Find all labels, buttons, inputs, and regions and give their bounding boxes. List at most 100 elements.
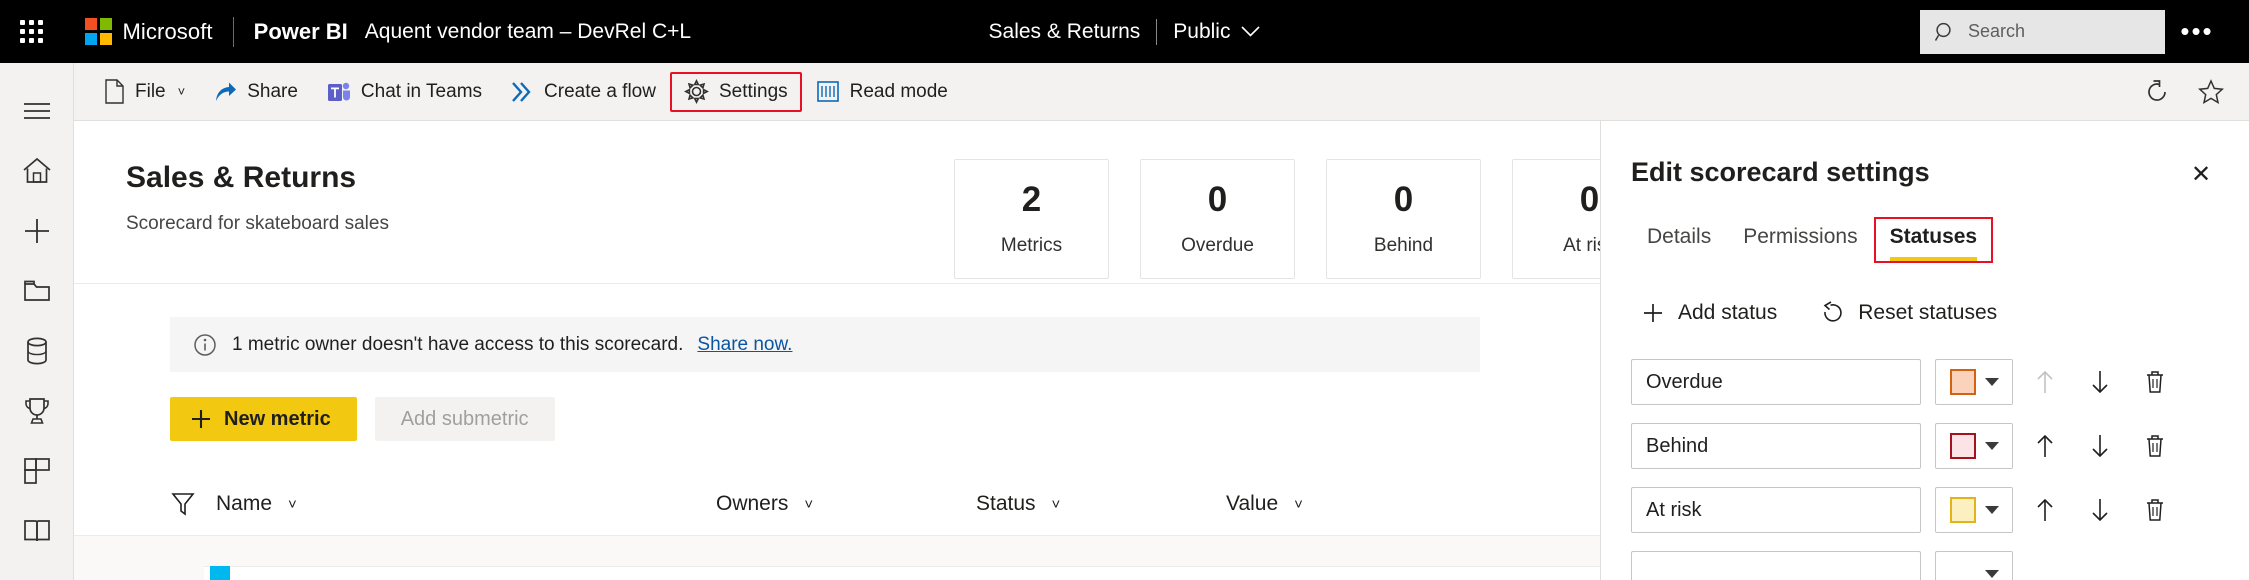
panel-title: Edit scorecard settings [1631,157,1930,188]
column-label: Value [1226,492,1278,516]
favorite-button[interactable] [2191,72,2231,112]
reset-statuses-button[interactable]: Reset statuses [1821,301,1997,325]
top-navigation-bar: Microsoft Power BI Aquent vendor team – … [0,0,2249,63]
power-bi-product-name[interactable]: Power BI [254,19,348,45]
move-status-down-button[interactable] [2077,423,2123,469]
read-mode-label: Read mode [850,81,948,103]
read-mode-button[interactable]: Read mode [802,72,962,112]
sidebar-item-browse[interactable] [0,261,74,321]
plus-icon [22,216,52,246]
share-button[interactable]: Share [199,72,312,112]
chevron-down-icon[interactable]: ˅ [1052,496,1061,513]
chevron-down-icon[interactable]: ˅ [1294,496,1303,513]
apps-grid-icon [23,457,51,485]
status-color-picker[interactable] [1935,423,2013,469]
move-status-down-button[interactable] [2077,359,2123,405]
column-header-name[interactable]: Name ˅ [216,492,716,516]
create-a-flow-button[interactable]: Create a flow [496,72,670,112]
sidebar-item-create[interactable] [0,201,74,261]
panel-header: Edit scorecard settings ✕ [1631,121,2219,193]
panel-tabs: Details Permissions Statuses [1631,217,2219,263]
add-status-label: Add status [1678,301,1777,325]
move-status-up-button[interactable] [2022,487,2068,533]
chevron-down-icon[interactable]: ˅ [804,496,813,513]
add-submetric-button: Add submetric [375,397,555,441]
waffle-icon [20,20,43,43]
chevron-down-icon [1985,506,1999,514]
move-status-up-button [2022,359,2068,405]
sidebar-item-apps[interactable] [0,441,74,501]
chevron-down-icon [1985,570,1999,578]
delete-status-button[interactable] [2132,487,2178,533]
teams-icon [326,80,351,104]
kpi-value: 0 [1394,182,1413,217]
status-row [1631,359,2219,405]
status-name-input[interactable] [1631,487,1921,533]
status-color-picker[interactable] [1935,487,2013,533]
kpi-card-at-risk[interactable]: 0 At risk [1512,159,1600,279]
database-icon [24,336,50,366]
column-header-value[interactable]: Value ˅ [1226,492,1426,516]
status-color-picker[interactable] [1935,551,2013,580]
read-mode-icon [816,80,840,103]
column-header-owners[interactable]: Owners ˅ [716,492,976,516]
delete-status-button[interactable] [2132,423,2178,469]
move-status-down-button[interactable] [2077,487,2123,533]
more-options-button[interactable]: ••• [2165,10,2229,54]
sidebar-item-home[interactable] [0,141,74,201]
column-label: Name [216,492,272,516]
sidebar-item-navigation[interactable] [0,81,74,141]
kpi-card-behind[interactable]: 0 Behind [1326,159,1481,279]
settings-button[interactable]: Settings [670,72,802,112]
kpi-label: At risk [1563,235,1600,257]
column-label: Owners [716,492,788,516]
search-input[interactable]: Search [1920,10,2165,54]
color-swatch [1950,433,1976,459]
new-metric-button[interactable]: New metric [170,397,357,441]
power-bi-app: Microsoft Power BI Aquent vendor team – … [0,0,2249,580]
file-menu-button[interactable]: File ˅ [90,72,199,112]
filter-button[interactable] [170,491,196,517]
column-header-status[interactable]: Status ˅ [976,492,1226,516]
sidebar-item-learn[interactable] [0,501,74,561]
scorecard-action-buttons: New metric Add submetric [170,397,1600,441]
microsoft-logo-link[interactable]: Microsoft [85,18,213,45]
app-launcher-button[interactable] [0,0,63,63]
tab-permissions[interactable]: Permissions [1727,217,1873,263]
add-status-button[interactable]: Add status [1641,301,1777,325]
tab-statuses[interactable]: Statuses [1874,217,1994,263]
kpi-card-overdue[interactable]: 0 Overdue [1140,159,1295,279]
status-name-input[interactable] [1631,423,1921,469]
share-now-link[interactable]: Share now. [697,334,792,356]
close-icon[interactable]: ✕ [2183,157,2219,193]
table-row[interactable] [204,566,1600,580]
plus-icon [1641,301,1665,325]
create-a-flow-label: Create a flow [544,81,656,103]
refresh-button[interactable] [2137,72,2177,112]
move-status-up-button[interactable] [2022,423,2068,469]
status-toolbar: Add status Reset statuses [1631,301,2219,325]
trash-icon [2143,369,2167,395]
topbar-divider [233,17,234,47]
chevron-down-icon[interactable]: ˅ [288,496,297,513]
workspace-name[interactable]: Aquent vendor team – DevRel C+L [365,20,691,44]
hamburger-menu-icon [22,100,52,122]
delete-status-button[interactable] [2132,359,2178,405]
report-name-breadcrumb[interactable]: Sales & Returns [989,20,1141,44]
kpi-label: Overdue [1181,235,1254,257]
new-metric-label: New metric [224,408,331,431]
sidebar-item-data-hub[interactable] [0,321,74,381]
trophy-icon [22,396,52,426]
status-name-input[interactable] [1631,551,1921,580]
kpi-label: Metrics [1001,235,1062,257]
kpi-card-metrics[interactable]: 2 Metrics [954,159,1109,279]
audience-selector[interactable]: Public [1173,20,1260,44]
filter-icon [170,491,196,517]
gear-icon [684,79,709,104]
chat-in-teams-button[interactable]: Chat in Teams [312,72,496,112]
sidebar-item-goals[interactable] [0,381,74,441]
chevron-down-icon [1985,442,1999,450]
status-color-picker[interactable] [1935,359,2013,405]
tab-details[interactable]: Details [1631,217,1727,263]
status-name-input[interactable] [1631,359,1921,405]
